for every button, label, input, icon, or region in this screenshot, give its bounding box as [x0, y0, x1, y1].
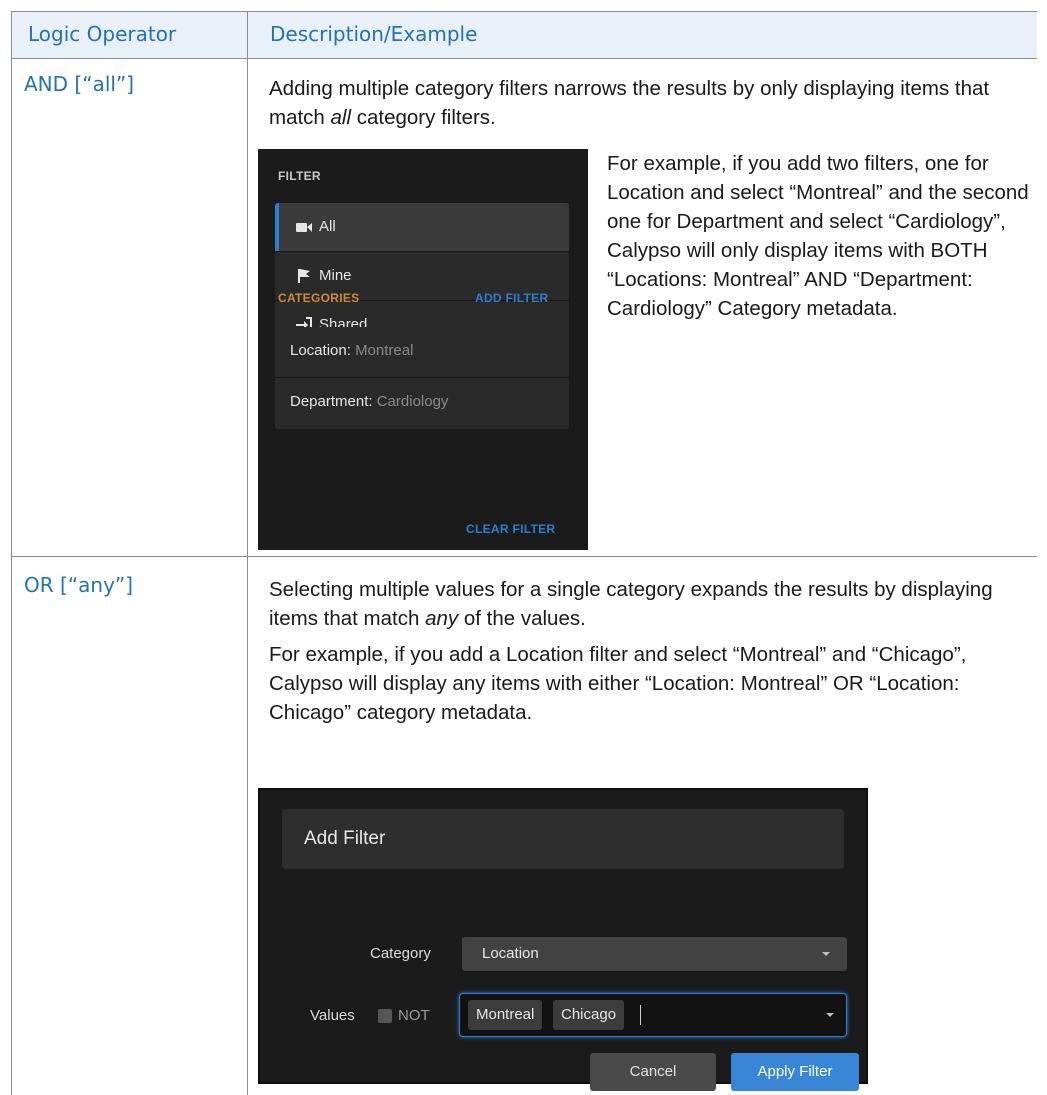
filter-heading: FILTER [278, 169, 321, 183]
categories-heading: CATEGORIES [278, 291, 360, 305]
operator-or-label: OR [“any”] [24, 573, 134, 597]
dialog-title: Add Filter [304, 828, 386, 849]
not-checkbox[interactable] [378, 1009, 392, 1023]
table-border-column [247, 11, 248, 1095]
filter-item-all[interactable]: All [275, 203, 569, 251]
or-description-text: Selecting multiple values for a single c… [269, 578, 993, 630]
values-multiselect-input[interactable]: Montreal Chicago [459, 993, 847, 1037]
selected-indicator [275, 203, 279, 251]
category-key: Location: [290, 342, 351, 359]
or-description-emphasis: any [425, 607, 459, 630]
and-example: For example, if you add two filters, one… [607, 152, 1029, 320]
or-example: For example, if you add a Location filte… [269, 643, 967, 724]
chevron-down-icon [826, 1013, 834, 1017]
category-select[interactable]: Location [462, 937, 847, 971]
text-cursor [640, 1005, 641, 1025]
filter-item-label: Mine [319, 267, 352, 284]
values-label: Values [310, 1007, 355, 1024]
value-tag-montreal[interactable]: Montreal [468, 1000, 543, 1030]
header-logic-operator: Logic Operator [28, 22, 177, 46]
apply-filter-button[interactable]: Apply Filter [731, 1053, 859, 1091]
cancel-button[interactable]: Cancel [590, 1053, 716, 1091]
category-filter-list: Location: Montreal Department: Cardiolog… [275, 327, 569, 429]
and-description: Adding multiple category filters narrows… [269, 74, 1014, 132]
category-filter-location[interactable]: Location: Montreal [290, 342, 413, 359]
not-label: NOT [398, 1007, 430, 1024]
table-border-row-divider [11, 556, 1037, 557]
category-value: Cardiology [376, 393, 449, 410]
category-filter-department[interactable]: Department: Cardiology [290, 393, 448, 410]
and-description-emphasis: all [330, 106, 352, 129]
filter-item-label: All [319, 218, 336, 235]
flag-icon [298, 269, 310, 283]
add-filter-dialog-screenshot: Add Filter Category Location Values NOT … [258, 788, 868, 1091]
category-label: Category [370, 945, 431, 962]
table-border-header [11, 58, 1037, 59]
dialog-header: Add Filter [282, 809, 844, 869]
add-filter-link[interactable]: ADD FILTER [475, 291, 548, 305]
or-description: Selecting multiple values for a single c… [269, 575, 1014, 633]
and-description-text-end: category filters. [351, 106, 496, 129]
or-description-text-end: of the values. [458, 607, 586, 630]
filter-sidebar-screenshot: FILTER All Mine Shared CATEGORIES ADD FI… [258, 149, 588, 550]
category-key: Department: [290, 393, 373, 410]
clear-filter-link[interactable]: CLEAR FILTER [466, 522, 555, 536]
operator-and-label: AND [“all”] [24, 72, 135, 96]
category-value: Montreal [355, 342, 414, 359]
video-camera-icon [296, 223, 312, 232]
category-select-value: Location [482, 945, 539, 962]
header-description-example: Description/Example [270, 22, 478, 46]
table-border-left [11, 11, 12, 1095]
divider [275, 377, 569, 378]
value-tag-chicago[interactable]: Chicago [553, 1000, 625, 1030]
chevron-down-icon [822, 952, 830, 956]
